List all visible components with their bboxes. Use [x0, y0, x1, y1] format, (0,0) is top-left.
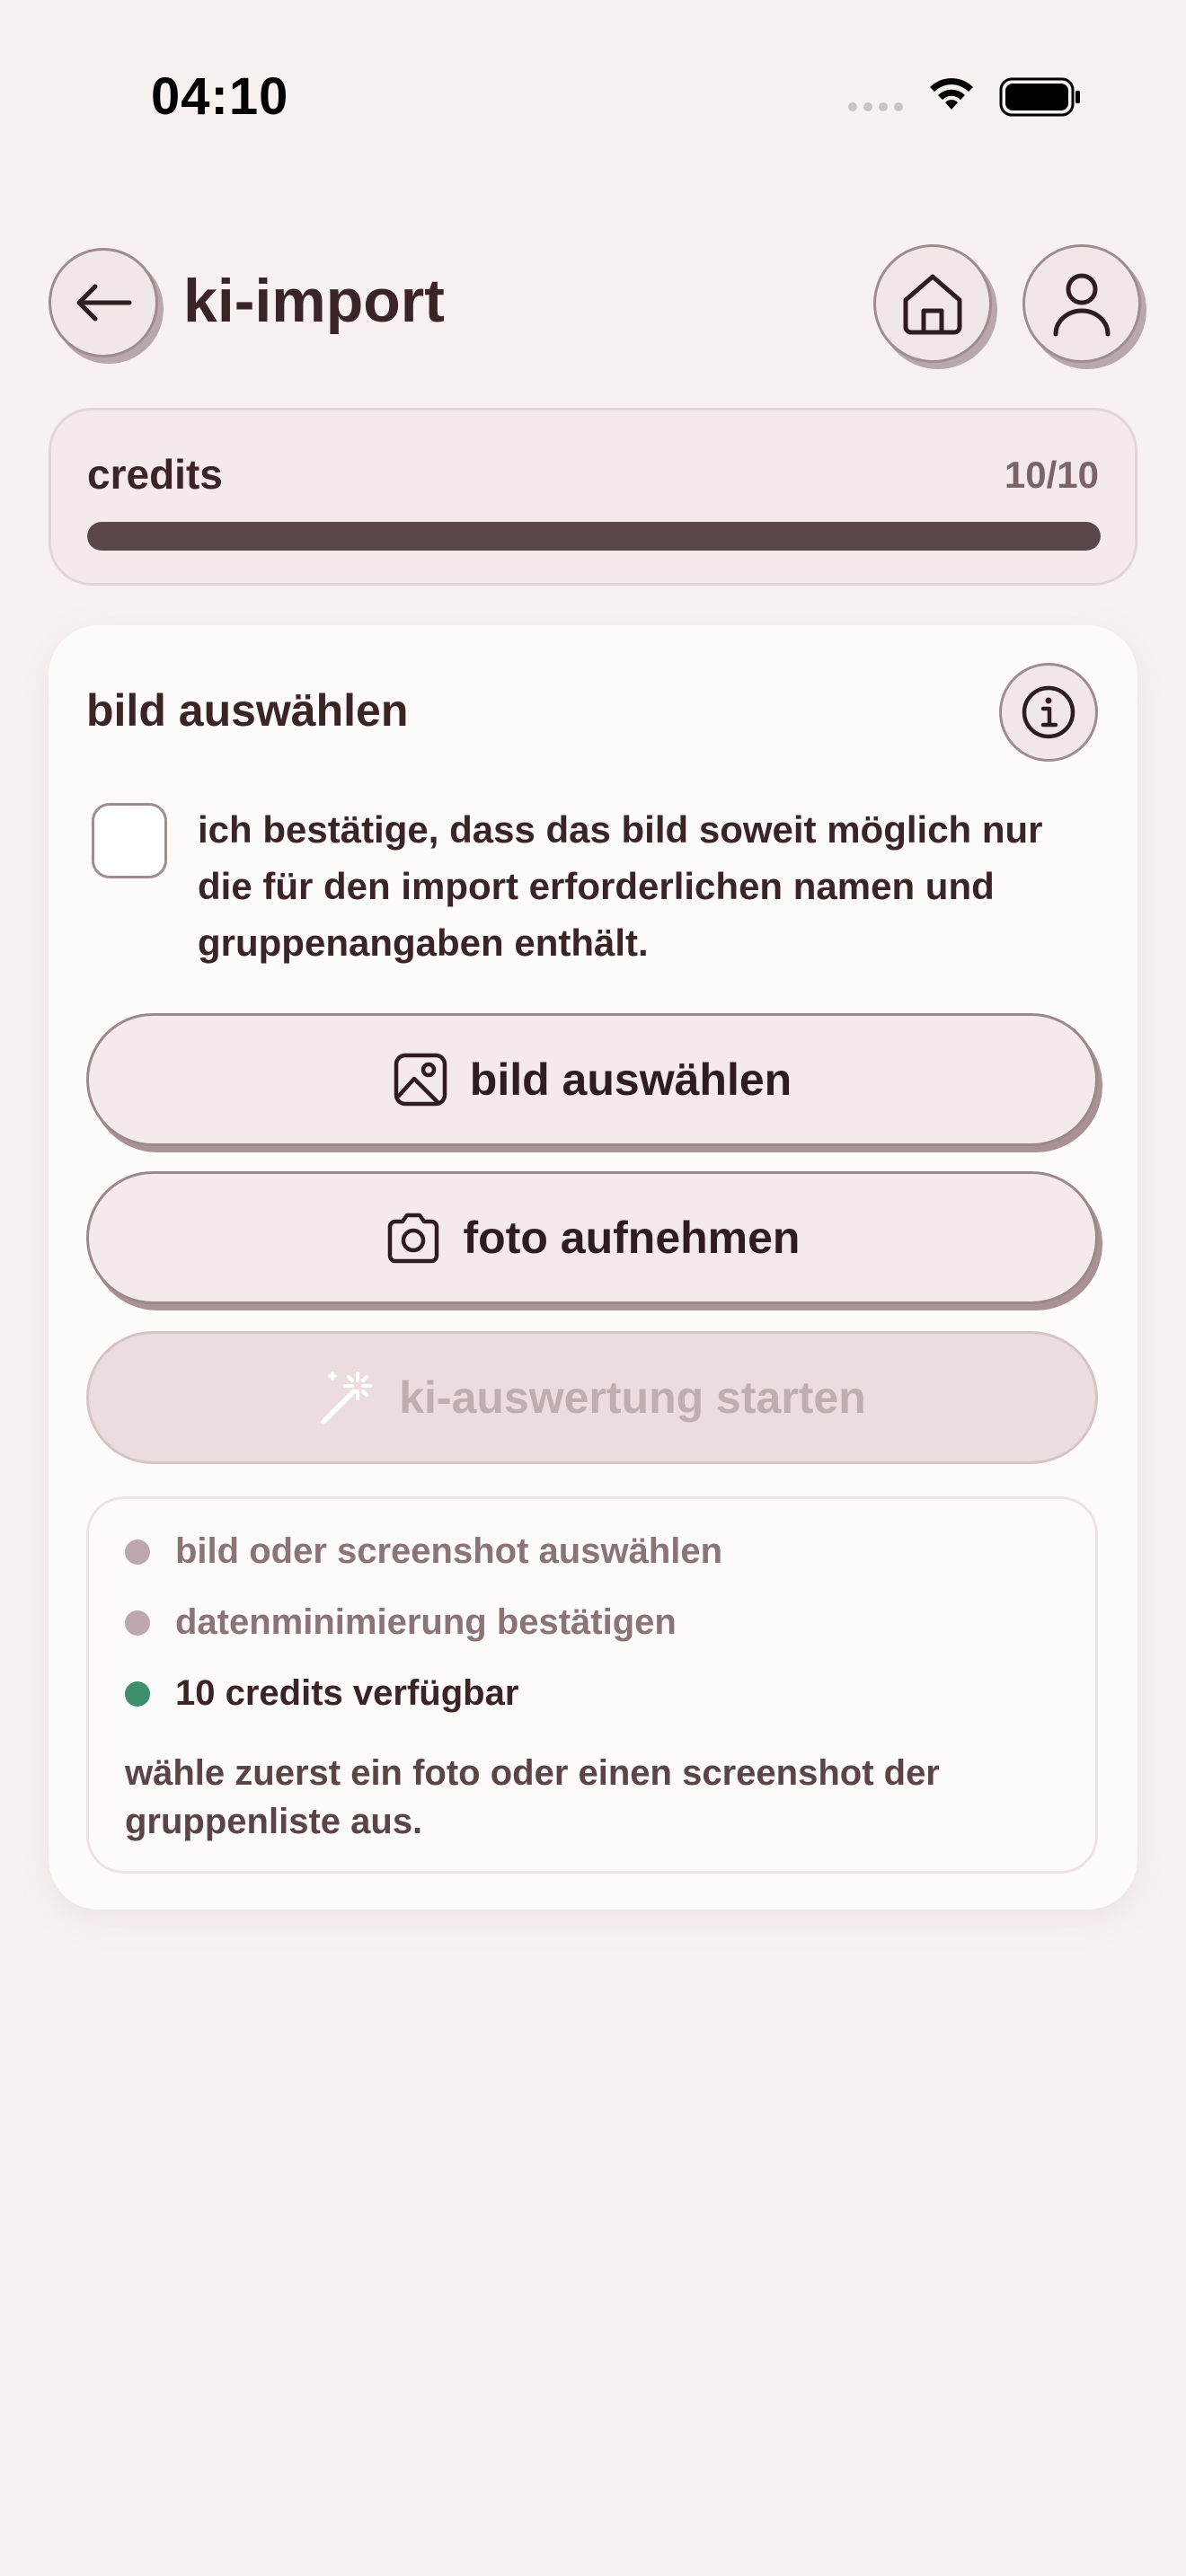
checklist-item: datenminimierung bestätigen [125, 1602, 677, 1643]
credits-count: 10/10 [1004, 454, 1099, 496]
camera-icon [387, 1213, 438, 1264]
checklist-item: bild oder screenshot auswählen [125, 1531, 722, 1572]
image-icon [394, 1053, 447, 1107]
pick-image-button[interactable]: bild auswählen [86, 1013, 1098, 1146]
info-icon [1022, 685, 1075, 739]
consent-text: ich bestätige, dass das bild soweit mögl… [198, 808, 1043, 964]
info-button[interactable] [999, 663, 1098, 762]
checklist-text: datenminimierung bestätigen [175, 1602, 677, 1642]
start-ai-label: ki-auswertung starten [399, 1372, 866, 1423]
page: 04:10 ki-import credits 10/10 bild auswä… [0, 0, 1186, 2576]
user-icon [1053, 273, 1111, 337]
checklist-text: bild oder screenshot auswählen [175, 1531, 723, 1571]
wifi-icon [930, 78, 973, 110]
take-photo-label: foto aufnehmen [463, 1213, 801, 1263]
pending-dot-icon [125, 1539, 150, 1565]
credits-card: credits 10/10 [49, 408, 1137, 586]
profile-button[interactable] [1022, 244, 1141, 363]
section-title: bild auswählen [86, 685, 409, 736]
cellular-signal-icon [848, 102, 903, 111]
back-button[interactable] [49, 248, 158, 357]
checklist-item: 10 credits verfügbar [125, 1673, 518, 1714]
status-bar: 04:10 [0, 0, 1186, 180]
arrow-left-icon [76, 284, 132, 322]
ok-dot-icon [125, 1681, 150, 1707]
page-title: ki-import [183, 267, 445, 335]
credits-progress-bar [87, 522, 1101, 551]
requirements-box: bild oder screenshot auswählen datenmini… [86, 1496, 1098, 1874]
home-icon [903, 274, 962, 335]
credits-label: credits [87, 451, 223, 498]
consent-checkbox[interactable] [92, 803, 167, 878]
image-select-card: bild auswählen ich bestätige, dass das b… [49, 625, 1137, 1910]
take-photo-button[interactable]: foto aufnehmen [86, 1171, 1098, 1304]
magic-wand-icon [321, 1372, 373, 1425]
start-ai-button[interactable]: ki-auswertung starten [86, 1331, 1098, 1464]
home-button[interactable] [873, 244, 992, 363]
hint-note: wähle zuerst ein foto oder einen screens… [125, 1753, 940, 1841]
checklist-text: 10 credits verfügbar [175, 1673, 519, 1713]
pick-image-label: bild auswählen [469, 1054, 792, 1105]
credits-progress-fill [87, 522, 1101, 551]
pending-dot-icon [125, 1610, 150, 1636]
status-time: 04:10 [151, 67, 289, 126]
battery-icon [999, 77, 1080, 117]
